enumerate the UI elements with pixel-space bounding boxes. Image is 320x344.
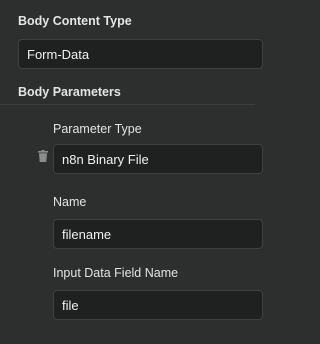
parameter-type-value: n8n Binary File [62, 151, 149, 167]
name-value: filename [62, 226, 112, 242]
body-content-type-value: Form-Data [27, 46, 90, 62]
parameter-type-select[interactable]: n8n Binary File [53, 144, 263, 174]
name-input[interactable]: filename [53, 219, 263, 249]
trash-icon[interactable] [38, 150, 48, 162]
parameter-type-label: Parameter Type [53, 122, 142, 136]
body-parameters-title: Body Parameters [18, 85, 121, 99]
name-label: Name [53, 195, 87, 209]
input-data-field-name-label: Input Data Field Name [53, 266, 179, 280]
section-divider [0, 104, 255, 105]
input-data-field-name-value: file [62, 297, 79, 313]
body-content-type-select[interactable]: Form-Data [18, 39, 263, 69]
body-content-type-label: Body Content Type [18, 14, 132, 28]
input-data-field-name-input[interactable]: file [53, 290, 263, 320]
